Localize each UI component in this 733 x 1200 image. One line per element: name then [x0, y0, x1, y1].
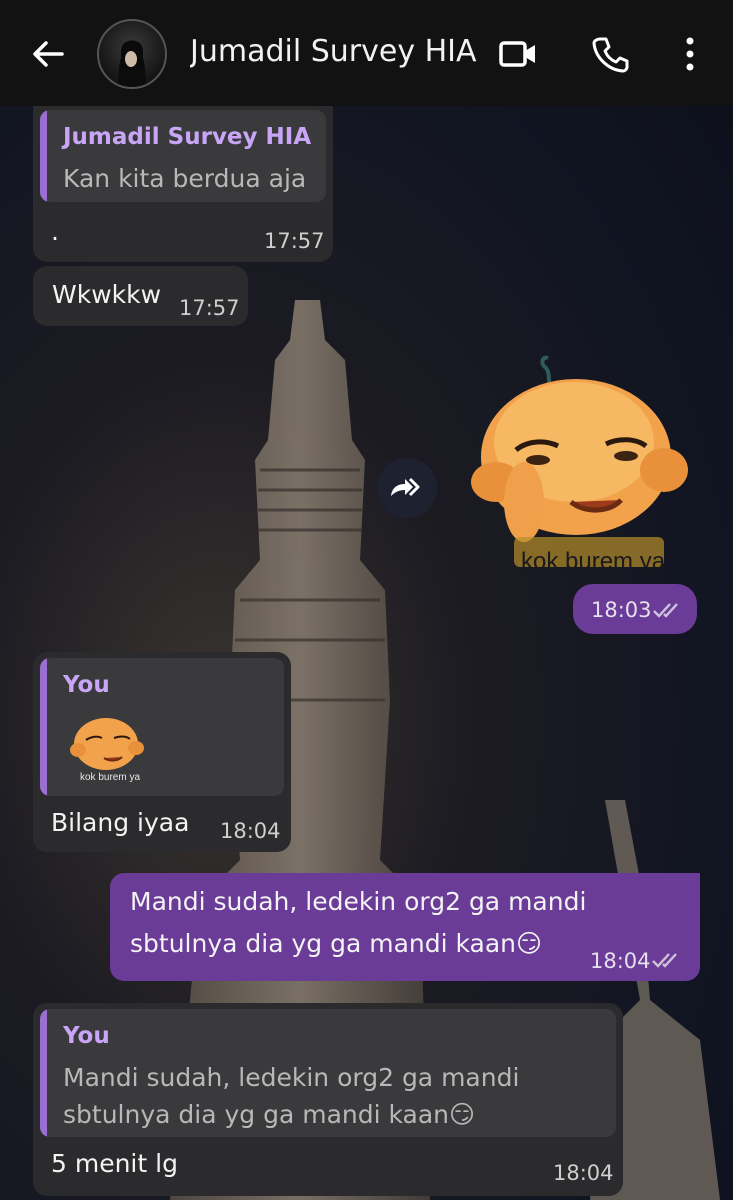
- quote-author: You: [63, 672, 110, 698]
- message-time: 17:57: [264, 229, 325, 253]
- quote-text-line2: sbtulnya dia yg ga mandi kaan😏: [63, 1100, 476, 1129]
- message-text: Wkwkkw: [52, 280, 162, 309]
- message-time: 18:03: [591, 598, 652, 622]
- contact-avatar[interactable]: [97, 19, 167, 89]
- quote-text-line1: Mandi sudah, ledekin org2 ga mandi: [63, 1063, 520, 1092]
- message-time: 18:04: [553, 1161, 614, 1185]
- sticker-face-image: kok burem ya: [471, 355, 688, 575]
- chat-header: Jumadil Survey HIA: [0, 0, 733, 106]
- quoted-message[interactable]: You Mandi sudah, ledekin org2 ga mandi s…: [40, 1009, 616, 1137]
- message-text: ·: [51, 224, 59, 253]
- incoming-message[interactable]: You kok burem ya Bilang iyaa 18:04: [33, 652, 291, 852]
- quoted-sticker-caption: kok burem ya: [80, 772, 140, 783]
- arrow-left-icon[interactable]: [28, 34, 68, 74]
- quote-accent-bar: [40, 658, 47, 796]
- quote-author: Jumadil Survey HIA: [63, 124, 312, 150]
- message-text: 5 menit lg: [51, 1149, 178, 1178]
- quote-accent-bar: [40, 1009, 47, 1137]
- quote-accent-bar: [40, 110, 47, 202]
- phone-icon[interactable]: [590, 34, 630, 74]
- message-text-line2: sbtulnya dia yg ga mandi kaan😏: [130, 929, 543, 958]
- message-time: 18:04: [590, 949, 651, 973]
- sticker[interactable]: kok burem ya: [456, 352, 701, 582]
- double-check-icon: [653, 603, 678, 618]
- more-vert-icon[interactable]: [670, 34, 710, 74]
- sticker-time-badge: 18:03: [573, 584, 697, 634]
- outgoing-message[interactable]: Mandi sudah, ledekin org2 ga mandi sbtul…: [110, 873, 700, 981]
- message-text: Bilang iyaa: [51, 808, 190, 837]
- message-text-line1: Mandi sudah, ledekin org2 ga mandi: [130, 887, 587, 916]
- quote-text: Kan kita berdua aja: [63, 164, 307, 193]
- video-call-icon[interactable]: [498, 34, 538, 74]
- double-check-icon: [652, 953, 677, 968]
- incoming-message[interactable]: Wkwkkw 17:57: [33, 266, 248, 326]
- contact-name[interactable]: Jumadil Survey HIA: [190, 34, 480, 69]
- forward-button[interactable]: [377, 458, 437, 518]
- incoming-message[interactable]: You Mandi sudah, ledekin org2 ga mandi s…: [33, 1003, 623, 1196]
- message-time: 17:57: [179, 296, 240, 320]
- forward-icon: [391, 477, 420, 497]
- incoming-message[interactable]: Jumadil Survey HIA Kan kita berdua aja ·…: [33, 106, 333, 262]
- quoted-message[interactable]: Jumadil Survey HIA Kan kita berdua aja: [40, 110, 326, 202]
- sticker-caption: kok burem ya: [521, 548, 666, 575]
- quoted-message[interactable]: You kok burem ya: [40, 658, 284, 796]
- quote-author: You: [63, 1023, 110, 1049]
- quoted-sticker-thumbnail: kok burem ya: [70, 718, 144, 783]
- message-time: 18:04: [220, 819, 281, 843]
